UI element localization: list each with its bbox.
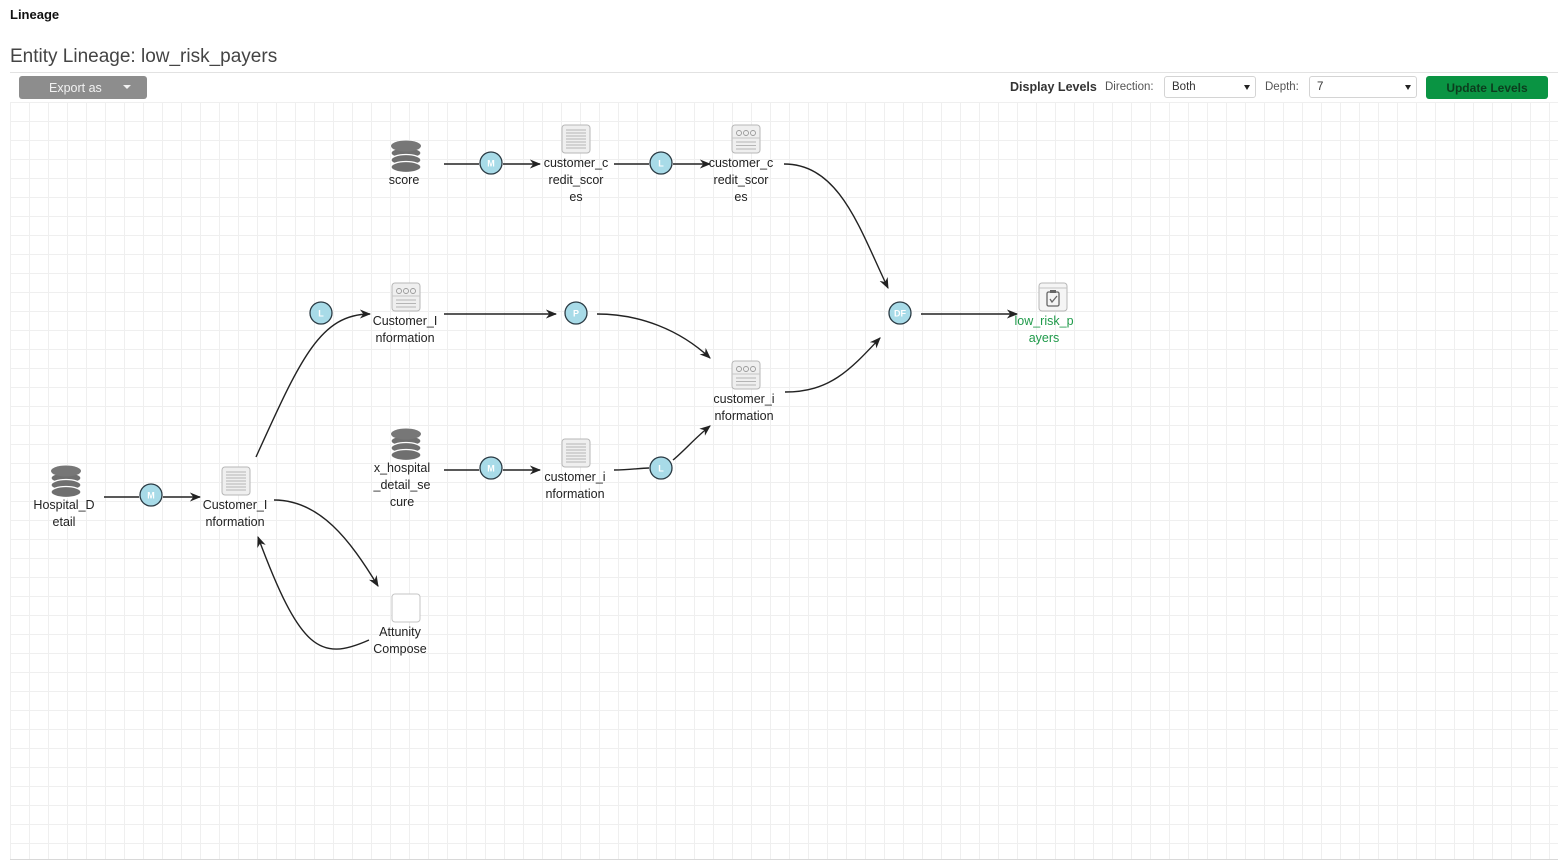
process-node[interactable]: M [479,456,503,480]
entity-node[interactable]: Customer_I nformation [373,282,438,345]
entity-label: nformation [205,515,264,529]
entity-node[interactable]: Hospital_Detail [33,464,95,530]
view-icon [391,282,421,312]
lineage-edge [596,313,711,359]
entity-label: customer_i [544,470,605,484]
entity-label: customer_i [713,392,774,406]
entity-label: es [734,190,747,204]
entity-label: nformation [714,409,773,423]
report-icon [1038,282,1068,312]
entity-node[interactable]: x_hospital _detail_secure [373,427,431,510]
process-type-label: DF [894,309,906,319]
lineage-edge [273,499,379,587]
entity-node[interactable]: low_risk_payers [1014,282,1074,345]
process-type-label: L [658,159,664,169]
entity-label: Customer_I [203,498,268,512]
entity-node[interactable]: Customer_I nformation [203,466,268,529]
database-icon [390,427,422,462]
process-type-label: M [487,159,495,169]
lineage-graph: score customer_c redit_scores customer_cred… [33,124,1074,656]
lineage-edge [672,425,711,461]
table-icon [561,124,591,154]
entity-label: redit_scor [714,173,769,187]
database-icon [390,139,422,174]
entity-label: redit_scor [549,173,604,187]
view-icon [731,360,761,390]
entity-label: es [569,190,582,204]
entity-label: low_risk_p [1014,314,1073,328]
entity-label: customer_c [544,156,609,170]
lineage-edge [257,535,370,650]
entity-label: cure [390,495,414,509]
entity-label: nformation [545,487,604,501]
process-node[interactable]: L [309,301,333,325]
lineage-edge [784,337,881,393]
database-icon [50,464,82,499]
entity-label: Attunity [379,625,421,639]
process-type-label: P [573,309,579,319]
entity-node[interactable]: Attunity Compose [373,593,427,656]
entity-label: Hospital_D [33,498,94,512]
process-type-label: M [147,491,155,501]
view-icon [731,124,761,154]
entity-node[interactable]: customer_i nformation [713,360,775,423]
entity-node[interactable]: customer_i nformation [544,438,606,501]
process-type-label: L [658,464,664,474]
lineage-edge [255,309,372,458]
process-type-label: L [318,309,324,319]
process-node[interactable]: M [479,151,503,175]
entity-label: score [389,173,420,187]
table-icon [221,466,251,496]
entity-label: customer_c [709,156,774,170]
process-node[interactable]: L [649,151,673,175]
process-node[interactable]: M [139,483,163,507]
blank-icon [391,593,421,623]
entity-node[interactable]: score [389,139,422,188]
process-node[interactable]: L [649,456,673,480]
entity-node[interactable]: customer_c redit_scores [709,124,774,204]
table-icon [561,438,591,468]
process-node[interactable]: P [564,301,588,325]
lineage-edge [613,467,650,471]
lineage-edge [783,163,889,290]
entity-node[interactable]: customer_c redit_scores [544,124,609,204]
entity-label: etail [53,515,76,529]
entity-label: _detail_se [373,478,431,492]
process-node[interactable]: DF [888,301,912,325]
entity-label: nformation [375,331,434,345]
entity-label: ayers [1029,331,1060,345]
entity-label: Compose [373,642,427,656]
entity-label: x_hospital [374,461,430,475]
process-type-label: M [487,464,495,474]
entity-label: Customer_I [373,314,438,328]
